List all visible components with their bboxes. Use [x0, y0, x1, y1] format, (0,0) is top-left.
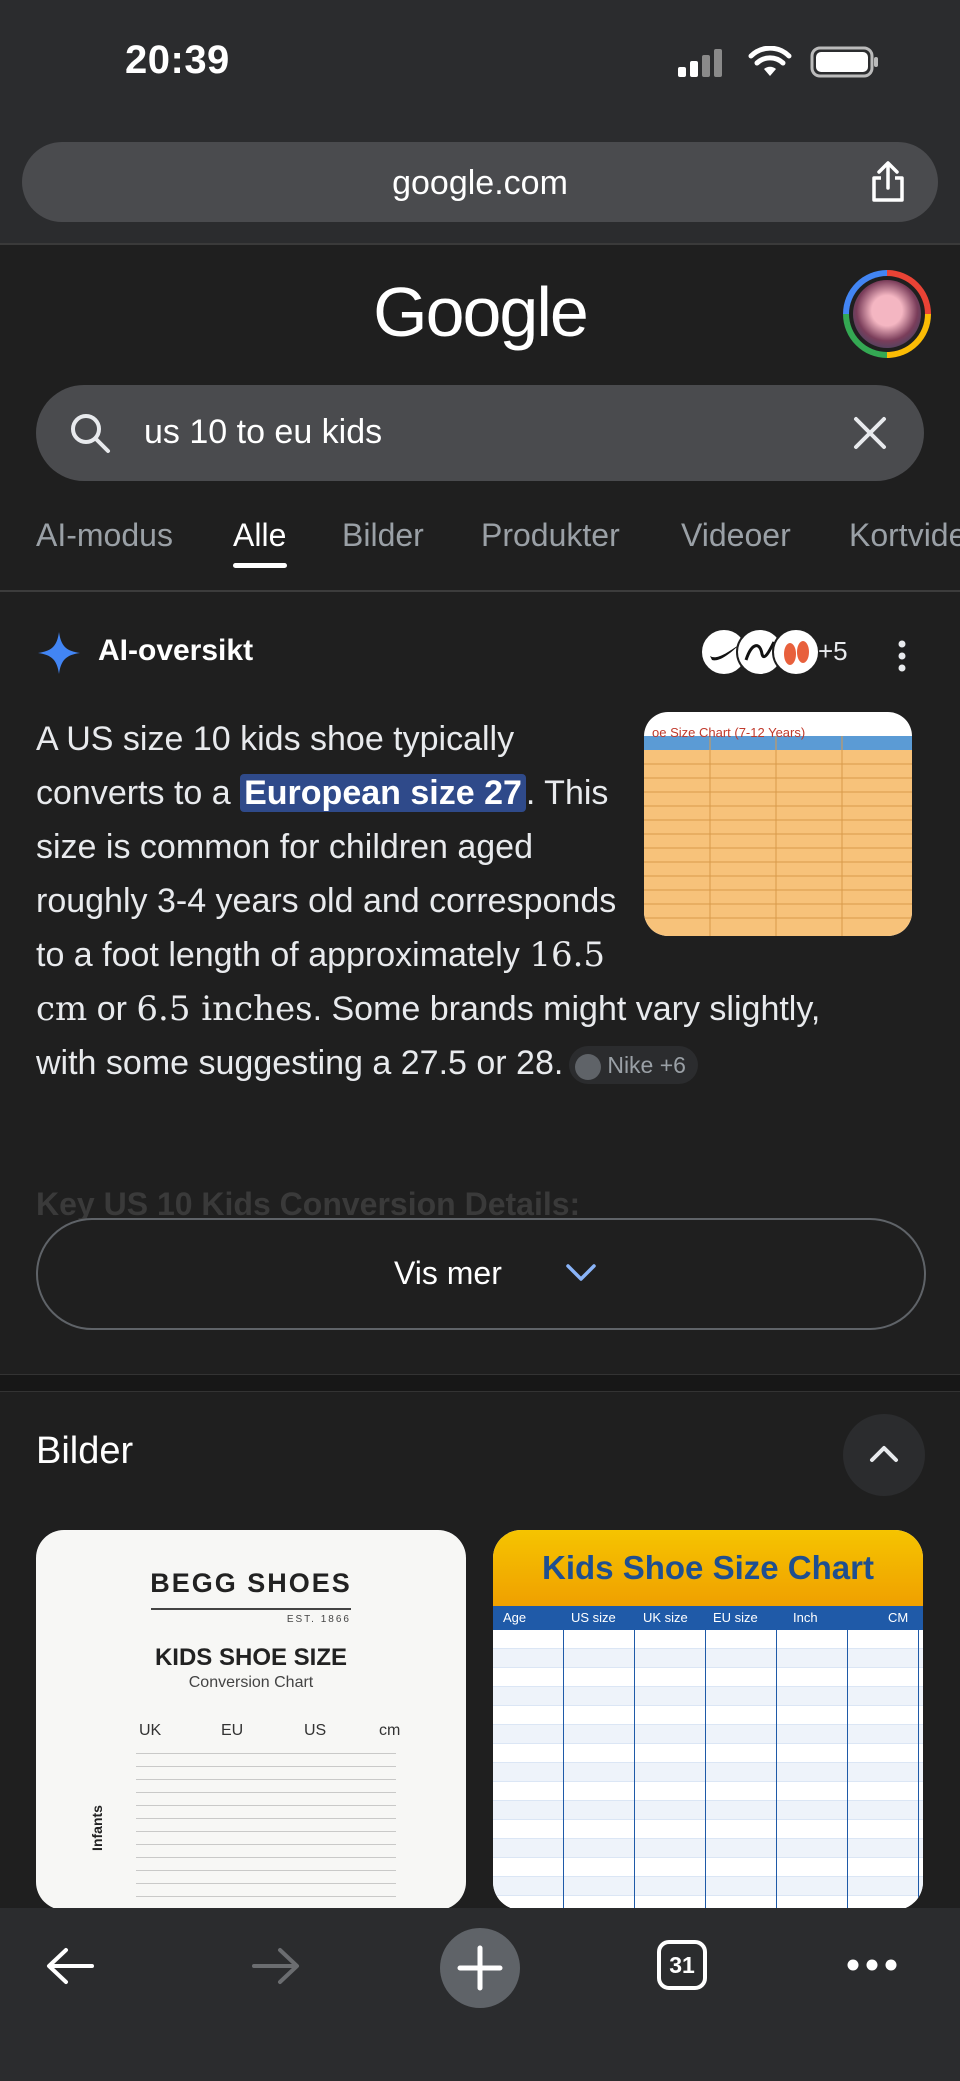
image-result-begg[interactable]: BEGG SHOES EST. 1866 KIDS SHOE SIZE Conv… [36, 1530, 466, 1910]
show-more-label: Vis mer [394, 1255, 502, 1291]
chart-thumbnail-title: oe Size Chart (7-12 Years) [652, 725, 806, 740]
forward-arrow-icon[interactable] [250, 1946, 302, 1986]
plus-icon [457, 1945, 503, 1991]
images-section-title: Bilder [36, 1430, 134, 1472]
begg-title: KIDS SHOE SIZE [154, 1644, 348, 1671]
search-box[interactable]: us 10 to eu kids [36, 385, 924, 481]
kids-chart-header: Age US size UK size EU size Inch CM [493, 1606, 923, 1630]
tab-all[interactable]: Alle [233, 517, 286, 554]
tab-ai-mode[interactable]: AI-modus [36, 517, 173, 554]
signal-icon [678, 49, 722, 77]
account-avatar[interactable] [843, 270, 931, 358]
share-icon[interactable] [868, 160, 908, 204]
google-logo[interactable]: Google [0, 272, 960, 352]
kids-chart-title: Kids Shoe Size Chart [493, 1530, 923, 1606]
begg-table-rows [136, 1748, 396, 1908]
sparkle-icon [38, 632, 80, 674]
sources-count: +5 [818, 636, 848, 666]
kids-chart-grid [493, 1630, 923, 1910]
tab-images[interactable]: Bilder [342, 517, 424, 554]
address-bar[interactable]: google.com [22, 142, 938, 222]
highlighted-answer: European size 27 [240, 774, 526, 812]
tab-short-videos[interactable]: Kortvide [849, 517, 960, 554]
section-divider [0, 1374, 960, 1392]
search-tabs: AI-modus Alle Bilder Produkter Videoer K… [0, 505, 960, 592]
close-icon[interactable] [850, 413, 890, 453]
nike-chip-icon [575, 1053, 602, 1080]
more-horizontal-icon[interactable] [846, 1958, 898, 1972]
url-text: google.com [392, 164, 568, 202]
source-chip[interactable]: Nike +6 [569, 1046, 698, 1085]
new-tab-button[interactable] [440, 1928, 520, 2008]
begg-subtitle: Conversion Chart [188, 1674, 314, 1691]
active-tab-indicator [233, 563, 287, 568]
avatar-image [853, 280, 921, 348]
image-result-kids-chart[interactable]: Kids Shoe Size Chart Age US size UK size… [493, 1530, 923, 1910]
ai-overview-title: AI-oversikt [98, 634, 254, 667]
size-chart-thumbnail[interactable]: oe Size Chart (7-12 Years) [644, 712, 912, 936]
back-arrow-icon[interactable] [44, 1946, 96, 1986]
tab-videos[interactable]: Videoer [681, 517, 791, 554]
status-icons [678, 46, 880, 78]
begg-brand: BEGG SHOES [150, 1568, 352, 1598]
feet-logo-icon [772, 628, 820, 676]
collapse-button[interactable] [843, 1414, 925, 1496]
tab-switcher-button[interactable]: 31 [657, 1940, 707, 1990]
status-time: 20:39 [125, 38, 230, 82]
search-input[interactable]: us 10 to eu kids [144, 413, 382, 452]
show-more-button[interactable]: Vis mer [36, 1218, 926, 1330]
search-icon [71, 414, 110, 453]
tab-products[interactable]: Produkter [481, 517, 620, 554]
chevron-down-icon [566, 1264, 596, 1281]
chevron-up-icon [870, 1446, 898, 1462]
browser-toolbar: google.com [0, 130, 960, 245]
begg-side-label: Infants [88, 1805, 105, 1851]
battery-icon [810, 46, 878, 78]
bottom-toolbar: 31 [0, 1908, 960, 2081]
status-bar: 20:39 [0, 0, 960, 130]
ai-overview-text: oe Size Chart (7-12 Years) A US size 10 … [36, 712, 912, 1090]
more-options-icon[interactable] [896, 640, 908, 672]
wifi-icon [748, 46, 792, 76]
